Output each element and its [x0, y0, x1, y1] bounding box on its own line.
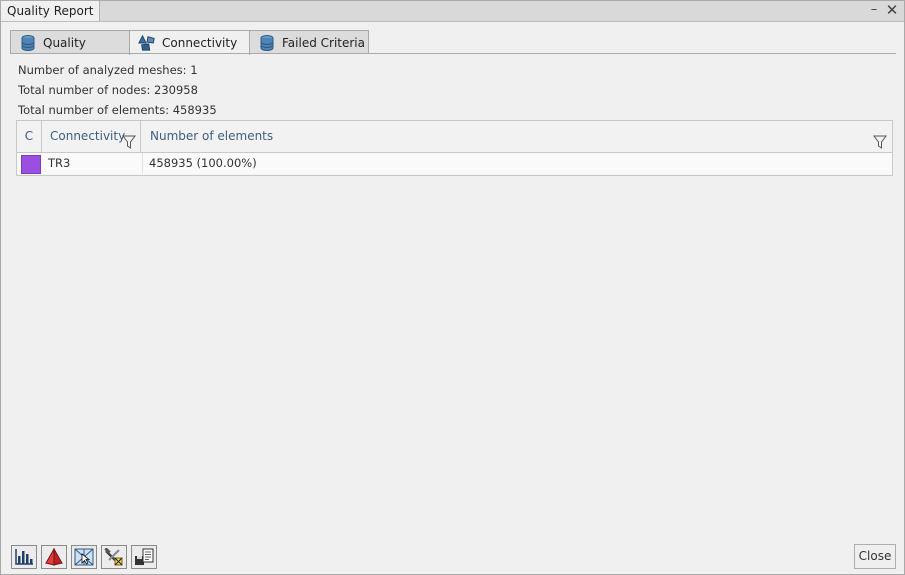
tab-failed-criteria[interactable]: Failed Criteria	[249, 30, 369, 54]
tab-label: Quality	[43, 35, 86, 50]
save-report-icon	[135, 548, 154, 565]
connectivity-table: C Connectivity Number of elements TR3 45…	[16, 120, 893, 176]
table-row[interactable]: TR3 458935 (100.00%)	[17, 153, 892, 174]
tab-label: Connectivity	[162, 36, 238, 50]
pyramid-button[interactable]	[41, 545, 67, 569]
column-header-number-of-elements[interactable]: Number of elements	[142, 121, 892, 152]
filter-icon[interactable]	[873, 130, 887, 149]
tab-connectivity[interactable]: Connectivity	[129, 30, 250, 55]
histogram-button[interactable]	[11, 545, 37, 569]
save-report-button[interactable]	[131, 545, 157, 569]
quality-report-window: Quality Report – ✕ Quality Connectivity …	[0, 0, 905, 575]
bottom-toolbar	[11, 545, 157, 569]
column-header-label: Number of elements	[150, 129, 274, 143]
tab-divider	[10, 53, 896, 54]
column-header-label: Connectivity	[50, 129, 126, 143]
tools-button[interactable]	[101, 545, 127, 569]
title-bar: Quality Report – ✕	[1, 1, 904, 22]
element-count-cell: 458935 (100.00%)	[142, 153, 892, 174]
pyramid-icon	[45, 548, 63, 566]
tab-label: Failed Criteria	[282, 35, 365, 50]
column-header-color[interactable]: C	[17, 121, 42, 152]
close-button[interactable]: Close	[854, 544, 896, 569]
window-title: Quality Report	[1, 1, 101, 21]
database-icon	[258, 34, 276, 52]
column-header-connectivity[interactable]: Connectivity	[42, 121, 141, 152]
histogram-icon	[15, 549, 33, 565]
mesh-statistics: Number of analyzed meshes: 1 Total numbe…	[18, 62, 217, 122]
close-icon[interactable]: ✕	[884, 2, 900, 18]
connectivity-shapes-icon	[138, 34, 156, 52]
table-header: C Connectivity Number of elements	[17, 121, 892, 153]
connectivity-cell: TR3	[48, 156, 71, 170]
minimize-icon[interactable]: –	[866, 2, 882, 18]
select-elements-button[interactable]	[71, 545, 97, 569]
select-elements-icon	[74, 548, 94, 566]
filter-icon[interactable]	[122, 130, 136, 149]
total-nodes-text: Total number of nodes: 230958	[18, 83, 198, 97]
analyzed-meshes-text: Number of analyzed meshes: 1	[18, 63, 198, 77]
tools-icon	[104, 548, 123, 566]
database-icon	[19, 34, 37, 52]
tab-quality[interactable]: Quality	[10, 30, 130, 54]
total-elements-text: Total number of elements: 458935	[18, 103, 217, 117]
color-swatch	[21, 155, 41, 174]
